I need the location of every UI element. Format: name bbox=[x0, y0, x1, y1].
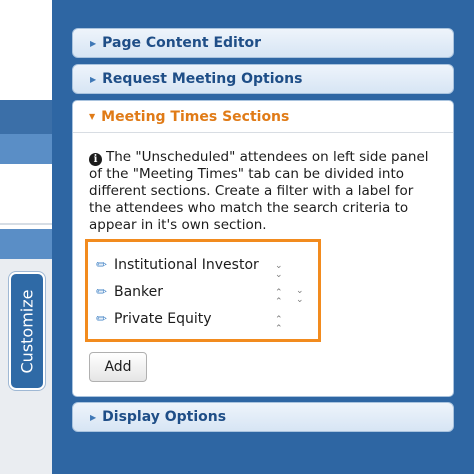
chevron-double-down-icon[interactable]: ⌄ ⌄ bbox=[275, 262, 283, 280]
background-nav-bar bbox=[0, 100, 52, 134]
pencil-icon[interactable]: ✏ bbox=[96, 285, 114, 300]
info-text: The "Unscheduled" attendees on left side… bbox=[89, 149, 429, 233]
filter-item: ✏ Private Equity bbox=[96, 309, 316, 329]
accordion-meeting-times-sections[interactable]: ▼ Meeting Times Sections bbox=[73, 101, 453, 133]
customize-label: Customize bbox=[17, 289, 37, 373]
filter-item: ✏ Institutional Investor bbox=[96, 255, 316, 275]
info-description: i The "Unscheduled" attendees on left sid… bbox=[89, 149, 429, 234]
customize-tab[interactable]: Customize bbox=[9, 272, 45, 390]
background-divider bbox=[0, 223, 52, 225]
accordion-request-meeting-options[interactable]: ▶ Request Meeting Options bbox=[72, 64, 454, 94]
add-button[interactable]: Add bbox=[89, 352, 147, 382]
filter-item: ✏ Banker bbox=[96, 282, 316, 302]
accordion-meeting-times-sections-panel: ▼ Meeting Times Sections i The "Unschedul… bbox=[72, 100, 454, 397]
filter-label[interactable]: Banker bbox=[114, 284, 163, 300]
filter-list: ✏ Institutional Investor ⌄ ⌄ ✏ Banker ⌃ ⌃ … bbox=[85, 239, 321, 342]
background-nav-bar-lower bbox=[0, 134, 52, 164]
pencil-icon[interactable]: ✏ bbox=[96, 258, 114, 273]
pencil-icon[interactable]: ✏ bbox=[96, 312, 114, 327]
accordion-label: Display Options bbox=[102, 409, 227, 425]
info-icon: i bbox=[89, 153, 102, 166]
chevron-double-up-icon[interactable]: ⌃ ⌃ bbox=[275, 289, 283, 307]
background-tab-strip bbox=[0, 229, 52, 259]
triangle-down-icon: ▼ bbox=[89, 112, 96, 121]
triangle-right-icon: ▶ bbox=[90, 74, 97, 84]
filter-label[interactable]: Private Equity bbox=[114, 311, 212, 327]
accordion-label: Meeting Times Sections bbox=[101, 108, 290, 125]
triangle-right-icon: ▶ bbox=[90, 412, 97, 422]
chevron-double-down-icon[interactable]: ⌄ ⌄ bbox=[296, 287, 304, 305]
accordion-label: Request Meeting Options bbox=[102, 71, 303, 87]
chevron-double-up-icon[interactable]: ⌃ ⌃ bbox=[275, 316, 283, 334]
accordion-page-content-editor[interactable]: ▶ Page Content Editor bbox=[72, 28, 454, 58]
filter-label[interactable]: Institutional Investor bbox=[114, 257, 259, 273]
accordion-label: Page Content Editor bbox=[102, 35, 262, 51]
triangle-right-icon: ▶ bbox=[90, 38, 97, 48]
accordion-display-options[interactable]: ▶ Display Options bbox=[72, 402, 454, 432]
